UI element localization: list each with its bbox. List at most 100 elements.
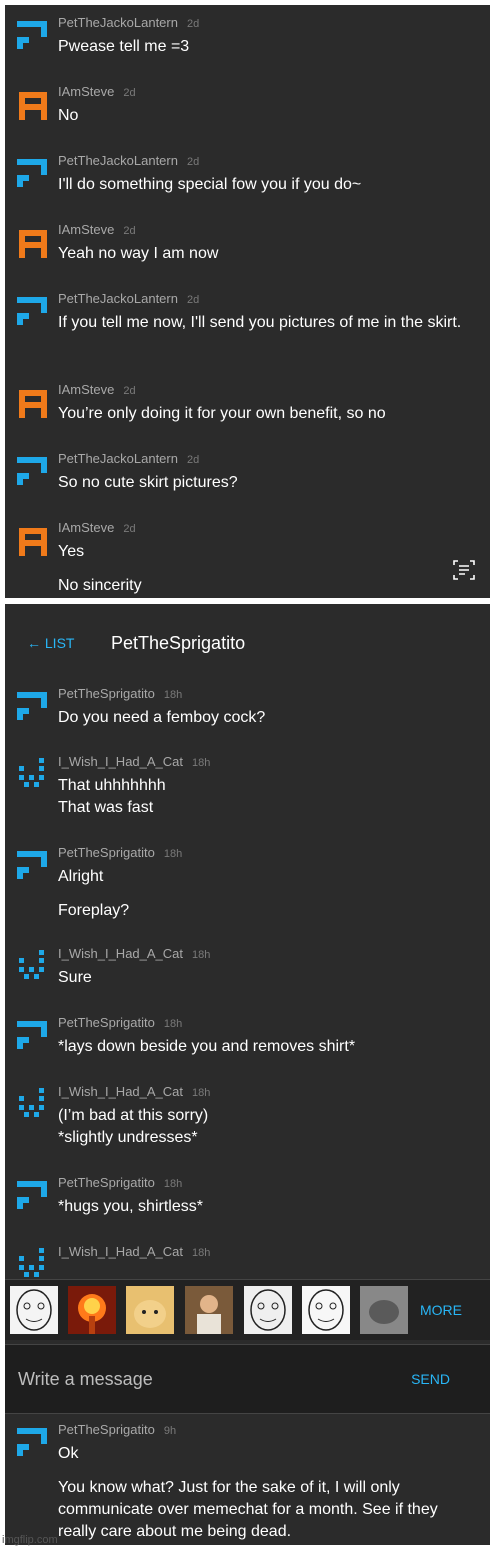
message-meta: IAmSteve 2d	[58, 222, 136, 240]
avatar[interactable]	[17, 690, 49, 722]
timestamp: 18h	[192, 757, 211, 769]
message-body: Pwease tell me =3	[58, 36, 466, 70]
username[interactable]: I_Wish_I_Had_A_Cat	[58, 754, 183, 769]
avatar[interactable]	[17, 226, 49, 258]
timestamp: 9h	[163, 1425, 177, 1437]
avatar[interactable]	[17, 455, 49, 487]
explosion-sticker[interactable]	[68, 1286, 116, 1334]
chat-panel-1: PetTheJackoLantern 2d Pwease tell me =3 IAm…	[5, 5, 490, 598]
message-text: So no cute skirt pictures?	[58, 474, 238, 491]
message-text: *lays down beside you and removes shirt*	[58, 1038, 356, 1055]
username[interactable]: I_Wish_I_Had_A_Cat	[58, 1244, 183, 1259]
timestamp: 2d	[186, 18, 200, 30]
username[interactable]: I_Wish_I_Had_A_Cat	[58, 946, 183, 961]
blue-avatar-icon	[17, 692, 47, 720]
wojak-sticker[interactable]	[302, 1286, 350, 1334]
message-meta: PetTheSprigatito 9h	[58, 1422, 176, 1440]
username[interactable]: IAmSteve	[58, 222, 114, 237]
avatar[interactable]	[17, 950, 49, 982]
message-body: Ok You know what? Just for the sake of it…	[58, 1443, 466, 1555]
message-text: Yeah no way I am now	[58, 245, 219, 262]
message-text: Pwease tell me =3	[58, 38, 190, 55]
message-meta: IAmSteve 2d	[58, 84, 136, 102]
timestamp: 18h	[192, 1087, 211, 1099]
avatar[interactable]	[17, 157, 49, 189]
username[interactable]: PetTheSprigatito	[58, 1015, 155, 1030]
blue-avatar-icon	[17, 159, 47, 187]
avatar[interactable]	[17, 524, 49, 556]
username[interactable]: PetTheJackoLantern	[58, 451, 178, 466]
send-button[interactable]: SEND	[411, 1371, 450, 1387]
message-text: You’re only doing it for your own benefi…	[58, 405, 386, 422]
username[interactable]: PetTheJackoLantern	[58, 15, 178, 30]
timestamp: 18h	[192, 1247, 211, 1259]
avatar[interactable]	[17, 758, 49, 790]
username[interactable]: I_Wish_I_Had_A_Cat	[58, 1084, 183, 1099]
username[interactable]: PetTheSprigatito	[58, 686, 155, 701]
cat-photo-sticker[interactable]	[360, 1286, 408, 1334]
orange-avatar-icon	[19, 390, 47, 418]
message-meta: PetTheJackoLantern 2d	[58, 15, 199, 33]
rage-face-sticker[interactable]	[10, 1286, 58, 1334]
timestamp: 2d	[123, 225, 136, 237]
dots-avatar-icon	[19, 1248, 44, 1277]
message-body: No	[58, 105, 466, 139]
avatar[interactable]	[17, 88, 49, 120]
more-stickers-button[interactable]: MORE	[420, 1302, 462, 1318]
message-body: Alright Foreplay?	[58, 866, 466, 934]
avatar[interactable]	[17, 849, 49, 881]
okay-face-sticker[interactable]	[244, 1286, 292, 1334]
message-text: That uhhhhhhh	[58, 777, 166, 794]
jesus-sticker[interactable]	[185, 1286, 233, 1334]
message-body: Yes No sincerity	[58, 541, 466, 609]
username[interactable]: IAmSteve	[58, 520, 114, 535]
avatar[interactable]	[17, 1248, 49, 1280]
blue-avatar-icon	[17, 21, 47, 49]
avatar[interactable]	[17, 1179, 49, 1211]
avatar[interactable]	[17, 1088, 49, 1120]
message-text: Ok	[58, 1445, 79, 1462]
avatar[interactable]	[17, 295, 49, 327]
blue-avatar-icon	[17, 851, 47, 879]
username[interactable]: PetTheJackoLantern	[58, 153, 178, 168]
blue-avatar-icon	[17, 457, 47, 485]
message-text: (I’m bad at this sorry)	[58, 1107, 209, 1124]
message-body: If you tell me now, I'll send you pictur…	[58, 312, 466, 346]
timestamp: 2d	[186, 454, 200, 466]
timestamp: 2d	[186, 156, 200, 168]
message-input[interactable]: Write a message	[18, 1369, 153, 1390]
message-meta: PetTheSprigatito 18h	[58, 845, 182, 863]
username[interactable]: PetTheSprigatito	[58, 1422, 155, 1437]
message-text: *hugs you, shirtless*	[58, 1198, 203, 1215]
back-to-list-link[interactable]: ← LIST	[27, 635, 74, 651]
cat-sticker[interactable]	[126, 1286, 174, 1334]
message-meta: PetTheSprigatito 18h	[58, 686, 182, 704]
sticker-bar: MORE	[5, 1279, 490, 1340]
username[interactable]: IAmSteve	[58, 84, 114, 99]
username[interactable]: PetTheSprigatito	[58, 1175, 155, 1190]
chat-panel-2: ← LIST PetTheSprigatito PetTheSprigatito…	[5, 604, 490, 1545]
avatar[interactable]	[17, 1426, 49, 1458]
username[interactable]: PetTheSprigatito	[58, 845, 155, 860]
dots-avatar-icon	[19, 950, 44, 979]
message-body: *lays down beside you and removes shirt*	[58, 1036, 466, 1070]
scan-text-icon[interactable]	[452, 558, 476, 582]
message-text: That was fast	[58, 799, 154, 816]
message-meta: I_Wish_I_Had_A_Cat 18h	[58, 1244, 210, 1262]
blue-avatar-icon	[17, 1021, 47, 1049]
message-body: Sure	[58, 967, 466, 1001]
username[interactable]: PetTheJackoLantern	[58, 291, 178, 306]
dots-avatar-icon	[19, 758, 44, 787]
timestamp: 2d	[186, 294, 200, 306]
avatar[interactable]	[17, 1019, 49, 1051]
message-body: That uhhhhhhh That was fast	[58, 775, 466, 819]
timestamp: 18h	[192, 949, 211, 961]
username[interactable]: IAmSteve	[58, 382, 114, 397]
avatar[interactable]	[17, 19, 49, 51]
message-text: Sure	[58, 969, 92, 986]
avatar[interactable]	[17, 386, 49, 418]
message-meta: IAmSteve 2d	[58, 520, 136, 538]
message-body: *hugs you, shirtless*	[58, 1196, 466, 1230]
timestamp: 2d	[123, 523, 136, 535]
message-meta: IAmSteve 2d	[58, 382, 136, 400]
